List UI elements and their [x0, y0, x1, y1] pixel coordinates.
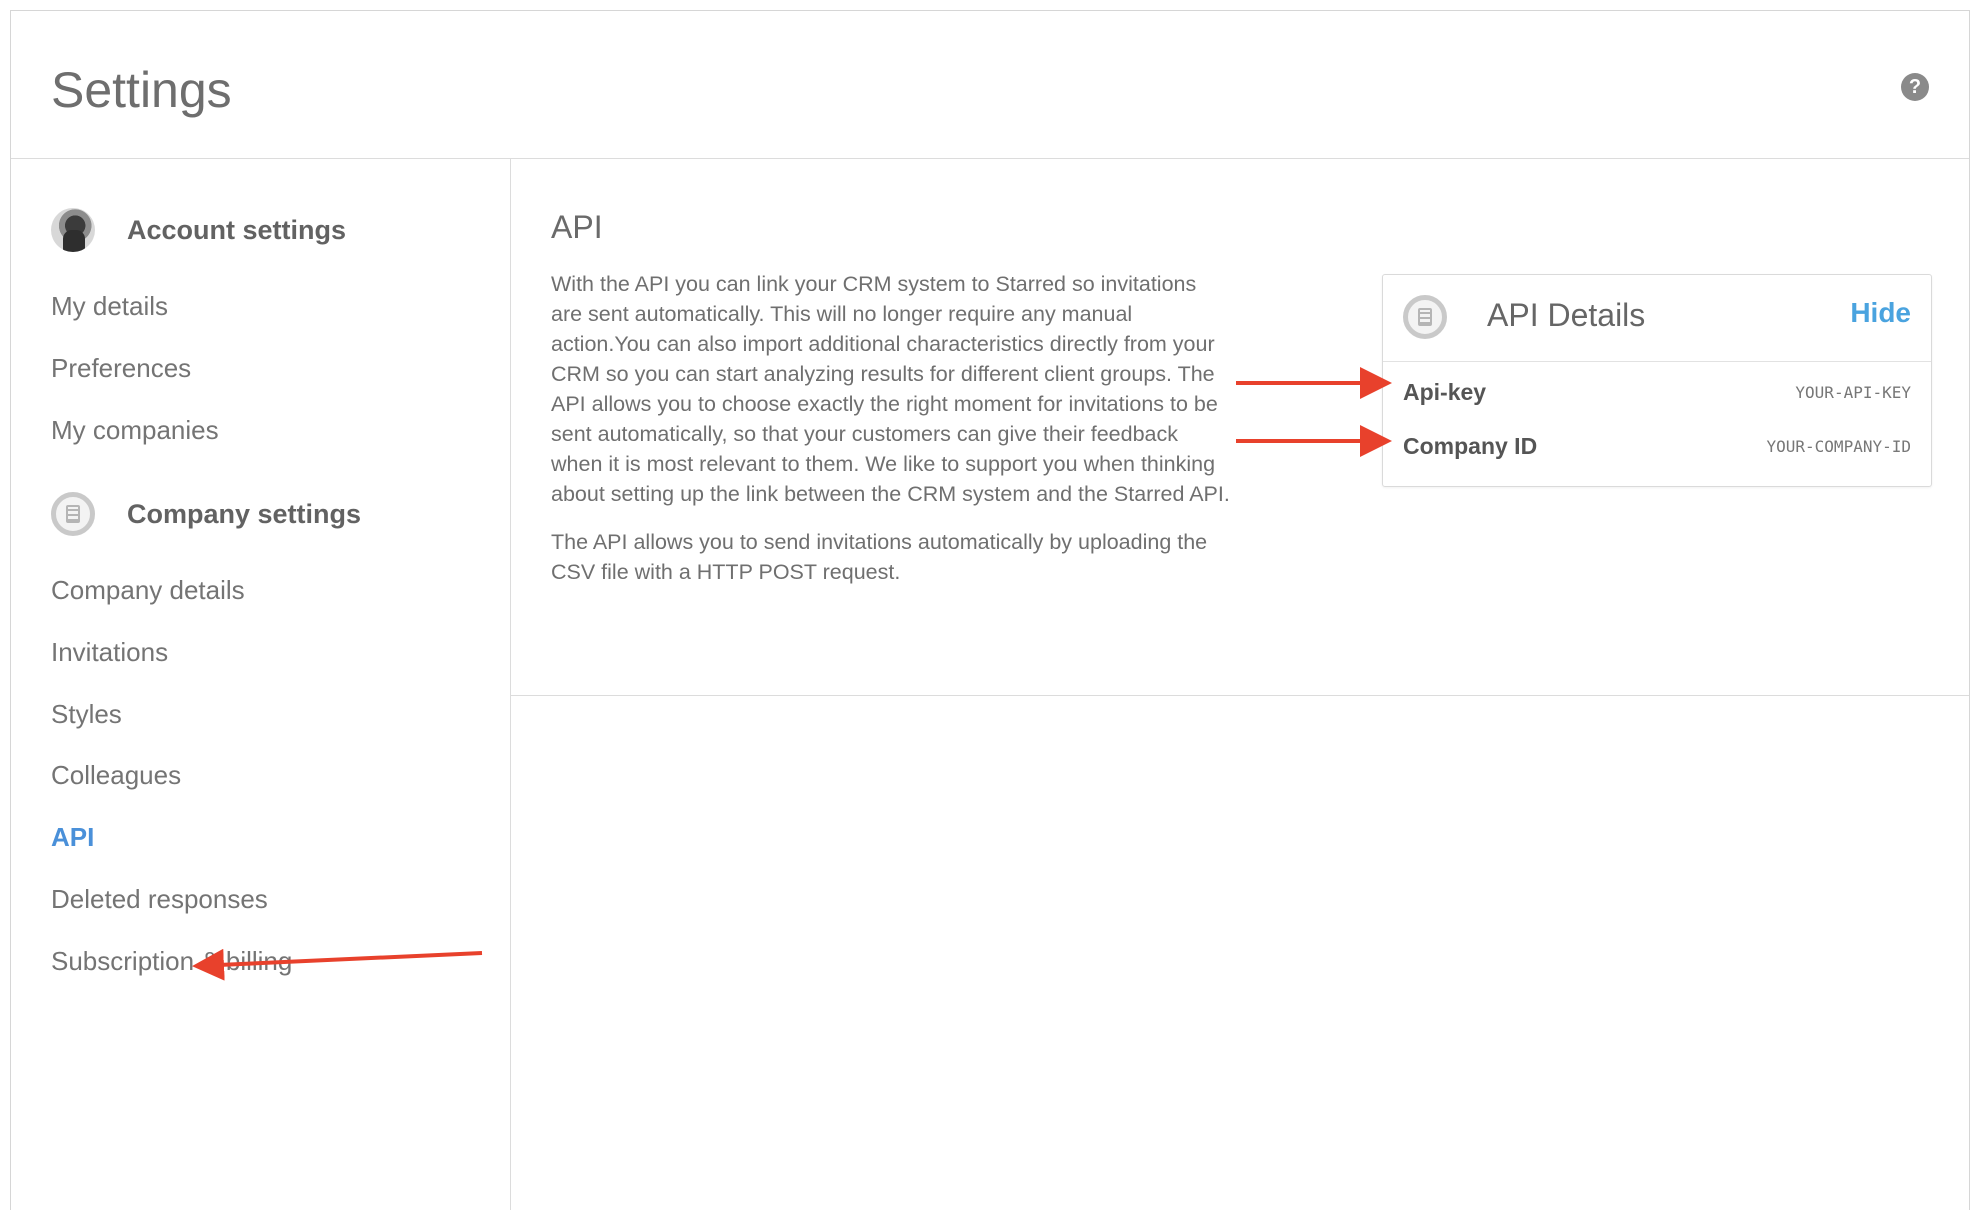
api-details-header: API Details Hide	[1383, 275, 1931, 362]
api-details-title: API Details	[1487, 297, 1646, 333]
description-paragraph: With the API you can link your CRM syste…	[551, 272, 1230, 506]
api-description: With the API you can link your CRM syste…	[551, 269, 1231, 605]
page-header: Settings ?	[11, 11, 1969, 159]
help-icon[interactable]: ?	[1901, 73, 1929, 101]
page-title: Settings	[51, 62, 232, 118]
avatar	[51, 208, 95, 252]
building-icon	[51, 492, 95, 536]
account-settings-title: Account settings	[127, 214, 347, 245]
sidebar-item-invitations[interactable]: Invitations	[51, 637, 168, 668]
sidebar-item-subscription-billing[interactable]: Subscription & billing	[51, 946, 292, 977]
sidebar-item-colleagues[interactable]: Colleagues	[51, 760, 181, 791]
api-panel: API With the API you can link your CRM s…	[511, 159, 1969, 696]
sidebar-item-my-details[interactable]: My details	[51, 291, 168, 322]
sidebar-item-my-companies[interactable]: My companies	[51, 415, 219, 446]
api-details-card: API Details Hide Api-key YOUR-API-KEY Co…	[1382, 274, 1932, 487]
api-key-value[interactable]: YOUR-API-KEY	[1795, 383, 1911, 402]
company-id-label: Company ID	[1403, 432, 1538, 459]
sidebar-item-company-details[interactable]: Company details	[51, 575, 245, 606]
company-id-row: Company ID YOUR-COMPANY-ID	[1403, 431, 1911, 461]
api-key-label: Api-key	[1403, 378, 1487, 405]
description-paragraph: The API allows you to send invitations a…	[551, 530, 1208, 584]
sidebar-item-deleted-responses[interactable]: Deleted responses	[51, 884, 268, 915]
sidebar-item-preferences[interactable]: Preferences	[51, 353, 191, 384]
company-settings-header: Company settings	[51, 491, 361, 537]
api-key-row: Api-key YOUR-API-KEY	[1403, 377, 1911, 407]
settings-sidebar: Account settings My details Preferences …	[11, 159, 511, 1210]
section-title: API	[551, 209, 603, 245]
hide-link[interactable]: Hide	[1850, 297, 1911, 329]
settings-window: Settings ? Account settings My details P…	[10, 10, 1970, 1210]
sidebar-item-api[interactable]: API	[51, 822, 94, 853]
company-settings-title: Company settings	[127, 498, 362, 529]
building-icon	[1403, 295, 1447, 339]
sidebar-item-styles[interactable]: Styles	[51, 699, 122, 730]
account-settings-header: Account settings	[51, 207, 346, 253]
company-id-value[interactable]: YOUR-COMPANY-ID	[1767, 437, 1912, 456]
